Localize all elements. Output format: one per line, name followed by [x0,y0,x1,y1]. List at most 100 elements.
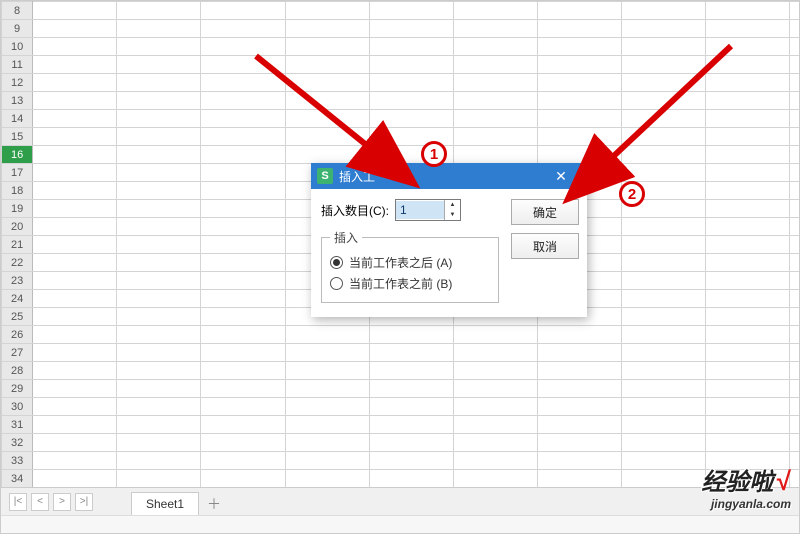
cell[interactable] [33,74,117,92]
row-header[interactable]: 31 [2,416,33,434]
cell[interactable] [285,452,369,470]
cell[interactable] [453,470,537,488]
cell[interactable] [537,398,621,416]
cell[interactable] [537,344,621,362]
cell[interactable] [285,146,369,164]
cancel-button[interactable]: 取消 [511,233,579,259]
row-header[interactable]: 19 [2,200,33,218]
cell[interactable] [33,272,117,290]
row-header[interactable]: 17 [2,164,33,182]
cell[interactable] [622,74,706,92]
cell[interactable] [33,398,117,416]
cell[interactable] [201,344,285,362]
cell[interactable] [453,38,537,56]
cell[interactable] [117,92,201,110]
cell[interactable] [622,362,706,380]
row-header[interactable]: 8 [2,2,33,20]
row-header[interactable]: 25 [2,308,33,326]
cell[interactable] [117,308,201,326]
cell[interactable] [622,380,706,398]
radio-before-row[interactable]: 当前工作表之前 (B) [330,273,490,294]
cell[interactable] [622,146,706,164]
cell[interactable] [790,272,799,290]
cell[interactable] [706,326,790,344]
cell[interactable] [622,398,706,416]
cell[interactable] [201,38,285,56]
cell[interactable] [117,128,201,146]
cell[interactable] [285,344,369,362]
cell[interactable] [33,218,117,236]
cell[interactable] [537,434,621,452]
cell[interactable] [790,2,799,20]
cell[interactable] [201,92,285,110]
row-header[interactable]: 9 [2,20,33,38]
grid-row[interactable]: 33 [2,452,800,470]
cell[interactable] [790,470,799,488]
cell[interactable] [622,218,706,236]
cell[interactable] [622,344,706,362]
close-icon[interactable]: ✕ [541,163,581,189]
cell[interactable] [117,218,201,236]
cell[interactable] [706,182,790,200]
row-header[interactable]: 18 [2,182,33,200]
grid-row[interactable]: 29 [2,380,800,398]
cell[interactable] [369,92,453,110]
cell[interactable] [537,416,621,434]
cell[interactable] [201,380,285,398]
row-header[interactable]: 29 [2,380,33,398]
cell[interactable] [453,110,537,128]
row-header[interactable]: 26 [2,326,33,344]
cell[interactable] [453,2,537,20]
cell[interactable] [706,308,790,326]
cell[interactable] [33,344,117,362]
grid-row[interactable]: 30 [2,398,800,416]
cell[interactable] [285,20,369,38]
cell[interactable] [790,164,799,182]
cell[interactable] [537,56,621,74]
cell[interactable] [369,20,453,38]
cell[interactable] [285,362,369,380]
cell[interactable] [369,74,453,92]
cell[interactable] [201,416,285,434]
cell[interactable] [537,362,621,380]
cell[interactable] [706,254,790,272]
cell[interactable] [453,452,537,470]
cell[interactable] [285,128,369,146]
cell[interactable] [453,74,537,92]
cell[interactable] [622,128,706,146]
cell[interactable] [537,110,621,128]
cell[interactable] [285,38,369,56]
cell[interactable] [706,218,790,236]
cell[interactable] [622,164,706,182]
cell[interactable] [790,218,799,236]
cell[interactable] [790,38,799,56]
cell[interactable] [33,380,117,398]
cell[interactable] [201,272,285,290]
tab-nav-prev[interactable]: < [31,493,49,511]
cell[interactable] [537,38,621,56]
grid-row[interactable]: 31 [2,416,800,434]
row-header[interactable]: 14 [2,110,33,128]
cell[interactable] [285,380,369,398]
cell[interactable] [33,146,117,164]
grid-row[interactable]: 15 [2,128,800,146]
cell[interactable] [790,416,799,434]
radio-after[interactable] [330,256,343,269]
grid-row[interactable]: 28 [2,362,800,380]
grid-row[interactable]: 34 [2,470,800,488]
cell[interactable] [537,470,621,488]
cell[interactable] [706,92,790,110]
cell[interactable] [369,416,453,434]
cell[interactable] [790,254,799,272]
cell[interactable] [453,416,537,434]
cell[interactable] [537,20,621,38]
cell[interactable] [706,38,790,56]
count-spinner[interactable]: ▲ ▼ [395,199,461,221]
cell[interactable] [790,308,799,326]
row-header[interactable]: 28 [2,362,33,380]
tab-nav-last[interactable]: >| [75,493,93,511]
cell[interactable] [369,362,453,380]
cell[interactable] [622,56,706,74]
cell[interactable] [453,20,537,38]
cell[interactable] [537,128,621,146]
